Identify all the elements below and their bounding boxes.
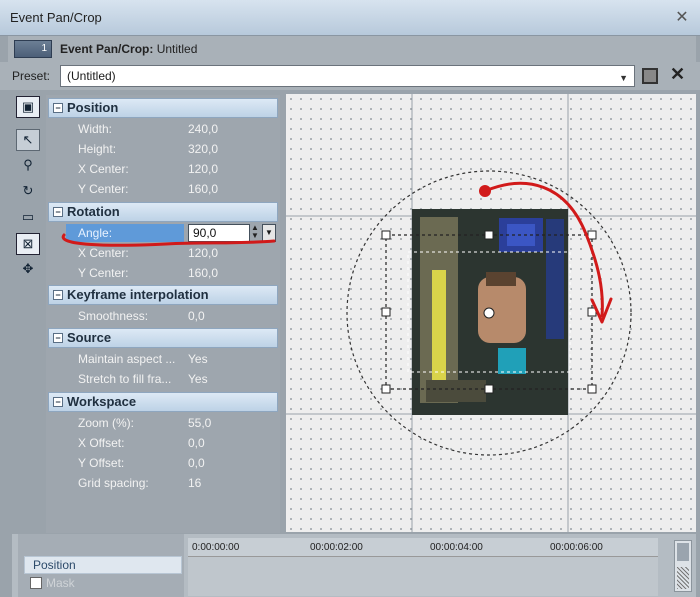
window-title: Event Pan/Crop: [10, 10, 102, 25]
preset-value: (Untitled): [67, 69, 116, 83]
property-value[interactable]: Yes: [188, 352, 208, 366]
property-row[interactable]: Y Offset: 0,0: [48, 453, 278, 473]
time-ruler[interactable]: 0:00:00:00 00:00:02:00 00:00:04:00 00:00…: [188, 538, 658, 556]
property-label: Y Center:: [78, 266, 129, 280]
zoom-icon[interactable]: ⚲: [16, 155, 40, 177]
property-label: Smoothness:: [78, 309, 149, 323]
property-value[interactable]: 0,0: [188, 456, 205, 470]
property-value[interactable]: 0,0: [188, 436, 205, 450]
collapse-icon[interactable]: −: [53, 333, 63, 343]
close-icon[interactable]: ✕: [672, 8, 692, 28]
track-position[interactable]: Position: [24, 556, 182, 574]
collapse-icon[interactable]: −: [53, 290, 63, 300]
section-title: Source: [67, 330, 112, 345]
delete-preset-icon[interactable]: ✕: [670, 64, 685, 85]
track-mask[interactable]: Mask: [24, 575, 182, 591]
header-file-name: Untitled: [156, 42, 198, 56]
pointer-icon[interactable]: ↖: [16, 129, 40, 151]
mask-label: Mask: [46, 576, 75, 590]
properties-toggle-icon[interactable]: ▣: [16, 96, 40, 118]
property-label: Y Offset:: [78, 456, 125, 470]
header-bar: 1 Event Pan/Crop: Untitled: [8, 36, 696, 62]
property-label: Stretch to fill fra...: [78, 372, 172, 386]
section-source[interactable]: − Source: [48, 328, 278, 348]
timeline-track-list: Position Mask: [18, 534, 184, 597]
property-value[interactable]: 16: [188, 476, 201, 490]
property-label: X Offset:: [78, 436, 125, 450]
keyframe-timeline: Position Mask 0:00:00:00 00:00:02:00 00:…: [12, 534, 696, 597]
frame-icon[interactable]: ▭: [16, 207, 40, 229]
mask-checkbox[interactable]: [30, 577, 42, 589]
time-tick: 00:00:02:00: [310, 542, 363, 553]
property-row[interactable]: Grid spacing: 16: [48, 473, 278, 493]
move-icon[interactable]: ✥: [16, 259, 40, 281]
pan-crop-window: Event Pan/Crop ✕ 1 Event Pan/Crop: Untit…: [0, 0, 700, 597]
time-tick: 00:00:04:00: [430, 542, 483, 553]
collapse-icon[interactable]: −: [53, 397, 63, 407]
chevron-down-icon[interactable]: ▼: [619, 68, 628, 88]
scroll-thumb[interactable]: [677, 543, 689, 561]
header-title-label: Event Pan/Crop:: [60, 42, 154, 56]
rotate-icon[interactable]: ↻: [16, 181, 40, 203]
property-value[interactable]: 0,0: [188, 309, 205, 323]
property-label: Zoom (%):: [78, 416, 135, 430]
property-value[interactable]: 55,0: [188, 416, 211, 430]
section-workspace[interactable]: − Workspace: [48, 392, 278, 412]
header-title: Event Pan/Crop: Untitled: [60, 42, 197, 56]
time-tick: 0:00:00:00: [192, 542, 240, 553]
center-handle[interactable]: [483, 307, 495, 319]
property-row[interactable]: Smoothness: 0,0: [48, 306, 278, 326]
section-keyframe-interpolation[interactable]: − Keyframe interpolation: [48, 285, 278, 305]
keyframe-track[interactable]: [188, 556, 658, 596]
timeline-scrollbar[interactable]: [674, 540, 692, 592]
preset-dropdown[interactable]: (Untitled) ▼: [60, 65, 635, 87]
property-label: Grid spacing:: [78, 476, 149, 490]
property-row[interactable]: Stretch to fill fra... Yes: [48, 369, 278, 389]
property-value[interactable]: 160,0: [188, 266, 218, 280]
annotation-underline: [61, 233, 276, 247]
property-row[interactable]: Zoom (%): 55,0: [48, 413, 278, 433]
section-title: Keyframe interpolation: [67, 287, 209, 302]
save-preset-icon[interactable]: [642, 68, 658, 84]
property-row[interactable]: Maintain aspect ... Yes: [48, 349, 278, 369]
workspace-canvas[interactable]: [286, 94, 696, 532]
property-row[interactable]: Y Center: 160,0: [48, 263, 278, 283]
property-row[interactable]: X Offset: 0,0: [48, 433, 278, 453]
time-tick: 00:00:06:00: [550, 542, 603, 553]
title-bar: Event Pan/Crop ✕: [0, 0, 700, 36]
resize-grip[interactable]: [677, 567, 689, 589]
event-number-icon: 1: [14, 40, 52, 58]
properties-panel: − Position Width: 240,0 Height: 320,0 X …: [46, 95, 280, 533]
fit-icon[interactable]: ⊠: [16, 233, 40, 255]
property-label: Maintain aspect ...: [78, 352, 176, 366]
preset-label: Preset:: [12, 69, 51, 83]
property-value[interactable]: Yes: [188, 372, 208, 386]
canvas-overlay[interactable]: [286, 94, 696, 532]
preset-row: Preset: (Untitled) ▼ ✕: [0, 62, 700, 90]
tool-strip: ▣ ↖ ⚲ ↻ ▭ ⊠ ✥: [12, 93, 46, 533]
section-title: Workspace: [67, 394, 137, 409]
